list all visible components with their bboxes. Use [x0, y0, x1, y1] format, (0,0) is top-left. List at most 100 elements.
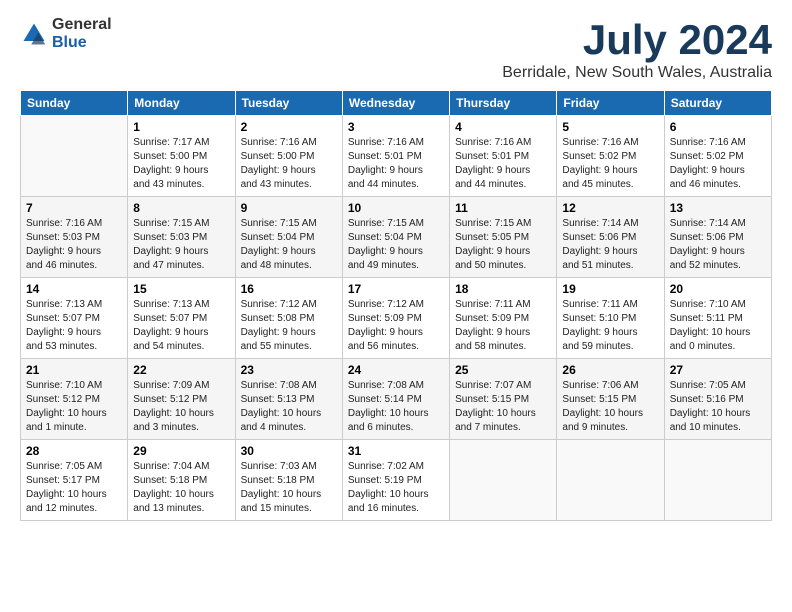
day-number: 27: [670, 363, 766, 377]
day-cell: 14Sunrise: 7:13 AM Sunset: 5:07 PM Dayli…: [21, 278, 128, 359]
day-cell: 11 Sunrise: 7:15 AM Sunset: 5:05 PM Dayli…: [450, 197, 557, 278]
day-cell: 13 Sunrise: 7:14 AM Sunset: 5:06 PM Dayli…: [664, 197, 771, 278]
day-info: Sunrise: 7:10 AM Sunset: 5:12 PM Dayligh…: [26, 379, 122, 435]
day-number: 24: [348, 363, 444, 377]
day-info: Sunrise: 7:15 AM Sunset: 5:05 PM Dayligh…: [455, 217, 551, 273]
header-cell-tuesday: Tuesday: [235, 91, 342, 116]
day-number: 11: [455, 201, 551, 215]
day-number: 5: [562, 120, 658, 134]
day-cell: 24Sunrise: 7:08 AM Sunset: 5:14 PM Dayli…: [342, 359, 449, 440]
logo-text: General Blue: [52, 16, 112, 51]
day-number: 7: [26, 201, 122, 215]
day-cell: [557, 440, 664, 521]
day-info: Sunrise: 7:16 AM Sunset: 5:02 PM Dayligh…: [670, 136, 766, 192]
day-number: 12: [562, 201, 658, 215]
week-row-4: 21 Sunrise: 7:10 AM Sunset: 5:12 PM Dayli…: [21, 359, 772, 440]
day-cell: 27 Sunrise: 7:05 AM Sunset: 5:16 PM Dayli…: [664, 359, 771, 440]
day-number: 3: [348, 120, 444, 134]
title-area: July 2024 Berridale, New South Wales, Au…: [502, 16, 772, 82]
day-number: 16: [241, 282, 337, 296]
day-cell: [450, 440, 557, 521]
day-cell: 30Sunrise: 7:03 AM Sunset: 5:18 PM Dayli…: [235, 440, 342, 521]
day-cell: 1Sunrise: 7:17 AM Sunset: 5:00 PM Daylig…: [128, 116, 235, 197]
day-info: Sunrise: 7:04 AM Sunset: 5:18 PM Dayligh…: [133, 460, 229, 516]
week-row-2: 7 Sunrise: 7:16 AM Sunset: 5:03 PM Daylig…: [21, 197, 772, 278]
day-number: 10: [348, 201, 444, 215]
day-cell: 22 Sunrise: 7:09 AM Sunset: 5:12 PM Dayli…: [128, 359, 235, 440]
logo: General Blue: [20, 16, 112, 51]
day-cell: 4 Sunrise: 7:16 AM Sunset: 5:01 PM Daylig…: [450, 116, 557, 197]
day-number: 22: [133, 363, 229, 377]
day-number: 23: [241, 363, 337, 377]
header: General Blue July 2024 Berridale, New So…: [20, 16, 772, 82]
day-cell: 28 Sunrise: 7:05 AM Sunset: 5:17 PM Dayli…: [21, 440, 128, 521]
day-number: 28: [26, 444, 122, 458]
day-cell: 12 Sunrise: 7:14 AM Sunset: 5:06 PM Dayli…: [557, 197, 664, 278]
day-number: 6: [670, 120, 766, 134]
day-info: Sunrise: 7:16 AM Sunset: 5:03 PM Dayligh…: [26, 217, 122, 273]
day-cell: 9 Sunrise: 7:15 AM Sunset: 5:04 PM Daylig…: [235, 197, 342, 278]
day-info: Sunrise: 7:05 AM Sunset: 5:16 PM Dayligh…: [670, 379, 766, 435]
day-info: Sunrise: 7:16 AM Sunset: 5:02 PM Dayligh…: [562, 136, 658, 192]
day-cell: 16 Sunrise: 7:12 AM Sunset: 5:08 PM Dayli…: [235, 278, 342, 359]
day-number: 13: [670, 201, 766, 215]
header-cell-thursday: Thursday: [450, 91, 557, 116]
day-number: 29: [133, 444, 229, 458]
day-info: Sunrise: 7:07 AM Sunset: 5:15 PM Dayligh…: [455, 379, 551, 435]
header-cell-sunday: Sunday: [21, 91, 128, 116]
day-number: 15: [133, 282, 229, 296]
header-cell-friday: Friday: [557, 91, 664, 116]
day-info: Sunrise: 7:14 AM Sunset: 5:06 PM Dayligh…: [562, 217, 658, 273]
day-info: Sunrise: 7:05 AM Sunset: 5:17 PM Dayligh…: [26, 460, 122, 516]
day-number: 25: [455, 363, 551, 377]
day-cell: 23 Sunrise: 7:08 AM Sunset: 5:13 PM Dayli…: [235, 359, 342, 440]
logo-blue: Blue: [52, 34, 112, 52]
day-info: Sunrise: 7:06 AM Sunset: 5:15 PM Dayligh…: [562, 379, 658, 435]
day-info: Sunrise: 7:11 AM Sunset: 5:09 PM Dayligh…: [455, 298, 551, 354]
day-info: Sunrise: 7:16 AM Sunset: 5:00 PM Dayligh…: [241, 136, 337, 192]
day-cell: 25 Sunrise: 7:07 AM Sunset: 5:15 PM Dayli…: [450, 359, 557, 440]
logo-icon: [20, 20, 48, 48]
day-number: 30: [241, 444, 337, 458]
day-cell: 21 Sunrise: 7:10 AM Sunset: 5:12 PM Dayli…: [21, 359, 128, 440]
logo-general: General: [52, 16, 112, 34]
day-number: 8: [133, 201, 229, 215]
day-cell: 19Sunrise: 7:11 AM Sunset: 5:10 PM Dayli…: [557, 278, 664, 359]
day-number: 18: [455, 282, 551, 296]
day-cell: 2Sunrise: 7:16 AM Sunset: 5:00 PM Daylig…: [235, 116, 342, 197]
day-info: Sunrise: 7:16 AM Sunset: 5:01 PM Dayligh…: [455, 136, 551, 192]
week-row-1: 1Sunrise: 7:17 AM Sunset: 5:00 PM Daylig…: [21, 116, 772, 197]
day-cell: 7 Sunrise: 7:16 AM Sunset: 5:03 PM Daylig…: [21, 197, 128, 278]
day-info: Sunrise: 7:02 AM Sunset: 5:19 PM Dayligh…: [348, 460, 444, 516]
day-number: 17: [348, 282, 444, 296]
subtitle: Berridale, New South Wales, Australia: [502, 64, 772, 82]
day-cell: 5 Sunrise: 7:16 AM Sunset: 5:02 PM Daylig…: [557, 116, 664, 197]
day-info: Sunrise: 7:08 AM Sunset: 5:13 PM Dayligh…: [241, 379, 337, 435]
header-row: SundayMondayTuesdayWednesdayThursdayFrid…: [21, 91, 772, 116]
day-info: Sunrise: 7:15 AM Sunset: 5:03 PM Dayligh…: [133, 217, 229, 273]
day-number: 21: [26, 363, 122, 377]
day-cell: [664, 440, 771, 521]
day-number: 26: [562, 363, 658, 377]
day-info: Sunrise: 7:12 AM Sunset: 5:08 PM Dayligh…: [241, 298, 337, 354]
week-row-3: 14Sunrise: 7:13 AM Sunset: 5:07 PM Dayli…: [21, 278, 772, 359]
day-number: 1: [133, 120, 229, 134]
day-info: Sunrise: 7:16 AM Sunset: 5:01 PM Dayligh…: [348, 136, 444, 192]
header-cell-saturday: Saturday: [664, 91, 771, 116]
main-title: July 2024: [502, 16, 772, 64]
day-cell: 31Sunrise: 7:02 AM Sunset: 5:19 PM Dayli…: [342, 440, 449, 521]
day-cell: 20Sunrise: 7:10 AM Sunset: 5:11 PM Dayli…: [664, 278, 771, 359]
day-info: Sunrise: 7:13 AM Sunset: 5:07 PM Dayligh…: [26, 298, 122, 354]
day-number: 4: [455, 120, 551, 134]
day-info: Sunrise: 7:09 AM Sunset: 5:12 PM Dayligh…: [133, 379, 229, 435]
day-number: 9: [241, 201, 337, 215]
day-cell: 3 Sunrise: 7:16 AM Sunset: 5:01 PM Daylig…: [342, 116, 449, 197]
header-cell-monday: Monday: [128, 91, 235, 116]
day-info: Sunrise: 7:12 AM Sunset: 5:09 PM Dayligh…: [348, 298, 444, 354]
day-info: Sunrise: 7:14 AM Sunset: 5:06 PM Dayligh…: [670, 217, 766, 273]
day-info: Sunrise: 7:15 AM Sunset: 5:04 PM Dayligh…: [241, 217, 337, 273]
day-cell: 15Sunrise: 7:13 AM Sunset: 5:07 PM Dayli…: [128, 278, 235, 359]
day-cell: 17 Sunrise: 7:12 AM Sunset: 5:09 PM Dayli…: [342, 278, 449, 359]
day-cell: [21, 116, 128, 197]
day-cell: 10Sunrise: 7:15 AM Sunset: 5:04 PM Dayli…: [342, 197, 449, 278]
